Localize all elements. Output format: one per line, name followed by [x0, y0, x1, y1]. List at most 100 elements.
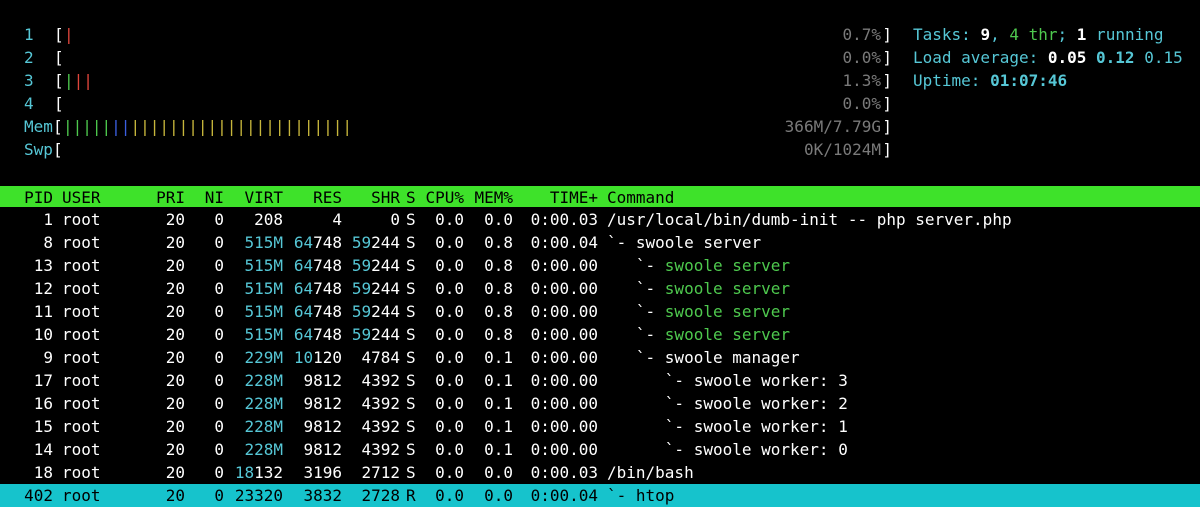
cpu-cell: 0.0: [435, 210, 464, 229]
mem-cell: 0.8: [484, 256, 513, 275]
cpu-meter-value: 0.0%: [842, 94, 881, 113]
uptime-value: 01:07:46: [990, 71, 1068, 90]
load-average-label: Load average:: [913, 48, 1048, 67]
time-cell: 0:00.00: [530, 279, 598, 298]
cpu-cell: 0.0: [435, 279, 464, 298]
virt-cell: 515M: [244, 256, 283, 275]
table-row[interactable]: 13 root 20 0 515M 64748 59244 S 0.0 0.8 …: [0, 254, 1200, 277]
table-row[interactable]: 9 root 20 0 229M 10120 4784 S 0.0 0.1 0:…: [0, 346, 1200, 369]
command-cell: `- swoole server: [607, 323, 790, 346]
nice-cell: 0: [214, 348, 224, 367]
table-row[interactable]: 10 root 20 0 515M 64748 59244 S 0.0 0.8 …: [0, 323, 1200, 346]
meter-bracket-open: [: [53, 117, 63, 136]
res-cell: 64748: [293, 302, 342, 321]
command-cell: `- swoole worker: 1: [607, 415, 848, 438]
table-row-selected[interactable]: 402 root 20 0 23320 3832 2728 R 0.0 0.0 …: [0, 484, 1200, 507]
priority-cell: 20: [165, 417, 185, 436]
column-res[interactable]: RES: [313, 186, 342, 209]
nice-cell: 0: [214, 256, 224, 275]
user-cell: root: [62, 233, 101, 252]
command-text: /bin/bash: [607, 463, 694, 482]
res-cell: 3196: [303, 463, 342, 482]
tree-prefix: `-: [607, 256, 665, 275]
column-pri[interactable]: PRI: [156, 186, 185, 209]
meter-bar-segment: |||||||||||||||||||||||: [130, 117, 352, 136]
command-text: swoole worker: 2: [693, 394, 848, 413]
cpu-cell: 0.0: [435, 486, 464, 505]
cpu-meter-2: 2 [ 0.0% ]: [24, 46, 892, 69]
meter-bracket-open: [: [54, 25, 64, 44]
pid-cell: 10: [33, 325, 53, 344]
time-cell: 0:00.00: [530, 394, 598, 413]
shr-cell: 4392: [361, 371, 400, 390]
column-mem[interactable]: MEM%: [474, 186, 513, 209]
table-row[interactable]: 17 root 20 0 228M 9812 4392 S 0.0 0.1 0:…: [0, 369, 1200, 392]
cpu-cell: 0.0: [435, 325, 464, 344]
state-cell: S: [406, 417, 416, 436]
table-row[interactable]: 11 root 20 0 515M 64748 59244 S 0.0 0.8 …: [0, 300, 1200, 323]
nice-cell: 0: [214, 463, 224, 482]
column-state[interactable]: S: [406, 186, 416, 209]
state-cell: S: [406, 302, 416, 321]
table-row[interactable]: 18 root 20 0 18132 3196 2712 S 0.0 0.0 0…: [0, 461, 1200, 484]
user-cell: root: [62, 302, 101, 321]
state-cell: S: [406, 348, 416, 367]
nice-cell: 0: [214, 233, 224, 252]
load-average-line: Load average: 0.05 0.12 0.15: [913, 46, 1183, 69]
column-time[interactable]: TIME+: [550, 186, 598, 209]
threads-count: 4: [1009, 25, 1019, 44]
tasks-separator: ;: [1057, 25, 1077, 44]
column-shr[interactable]: SHR: [371, 186, 400, 209]
cpu-meter-value: 1.3%: [842, 71, 881, 90]
tasks-separator: ,: [990, 25, 1010, 44]
virt-cell: 515M: [244, 279, 283, 298]
priority-cell: 20: [165, 348, 185, 367]
column-ni[interactable]: NI: [205, 186, 224, 209]
column-user[interactable]: USER: [62, 186, 101, 209]
priority-cell: 20: [165, 440, 185, 459]
table-row[interactable]: 1 root 20 0 208 4 0 S 0.0 0.0 0:00.03 /u…: [0, 208, 1200, 231]
pid-cell: 13: [33, 256, 53, 275]
cpu-meter-3: 3 [ ||| 1.3% ]: [24, 69, 892, 92]
process-table-header[interactable]: PID USER PRI NI VIRT RES SHR S CPU% MEM%…: [0, 186, 1200, 207]
nice-cell: 0: [214, 417, 224, 436]
column-virt[interactable]: VIRT: [244, 186, 283, 209]
state-cell: S: [406, 210, 416, 229]
meter-bracket-open: [: [53, 140, 63, 159]
tree-prefix: `-: [607, 348, 665, 367]
swap-meter-label: Swp: [24, 140, 53, 159]
table-row[interactable]: 14 root 20 0 228M 9812 4392 S 0.0 0.1 0:…: [0, 438, 1200, 461]
priority-cell: 20: [165, 325, 185, 344]
tree-prefix: `-: [607, 325, 665, 344]
nice-cell: 0: [214, 486, 224, 505]
table-row[interactable]: 8 root 20 0 515M 64748 59244 S 0.0 0.8 0…: [0, 231, 1200, 254]
state-cell: S: [406, 463, 416, 482]
cpu-meter-label: 1: [24, 25, 34, 44]
column-cpu[interactable]: CPU%: [425, 186, 464, 209]
column-pid[interactable]: PID: [24, 186, 53, 209]
state-cell: S: [406, 325, 416, 344]
table-row[interactable]: 12 root 20 0 515M 64748 59244 S 0.0 0.8 …: [0, 277, 1200, 300]
priority-cell: 20: [165, 302, 185, 321]
command-cell: `- swoole server: [607, 254, 790, 277]
command-cell: /usr/local/bin/dumb-init -- php server.p…: [607, 208, 1012, 231]
res-cell: 9812: [303, 371, 342, 390]
meter-bracket-close: ]: [882, 94, 892, 113]
res-cell: 64748: [293, 325, 342, 344]
pid-cell: 14: [33, 440, 53, 459]
shr-cell: 59244: [351, 279, 400, 298]
time-cell: 0:00.04: [530, 233, 598, 252]
meter-bar-segment: |: [64, 25, 74, 44]
swap-meter-value: 0K/1024M: [803, 140, 881, 159]
priority-cell: 20: [165, 486, 185, 505]
virt-cell: 18132: [234, 463, 283, 482]
table-row[interactable]: 15 root 20 0 228M 9812 4392 S 0.0 0.1 0:…: [0, 415, 1200, 438]
shr-cell: 59244: [351, 256, 400, 275]
virt-cell: 229M: [244, 348, 283, 367]
pid-cell: 402: [24, 486, 53, 505]
user-cell: root: [62, 348, 101, 367]
user-cell: root: [62, 486, 101, 505]
table-row[interactable]: 16 root 20 0 228M 9812 4392 S 0.0 0.1 0:…: [0, 392, 1200, 415]
meter-bracket-open: [: [54, 48, 64, 67]
column-command[interactable]: Command: [607, 186, 674, 209]
